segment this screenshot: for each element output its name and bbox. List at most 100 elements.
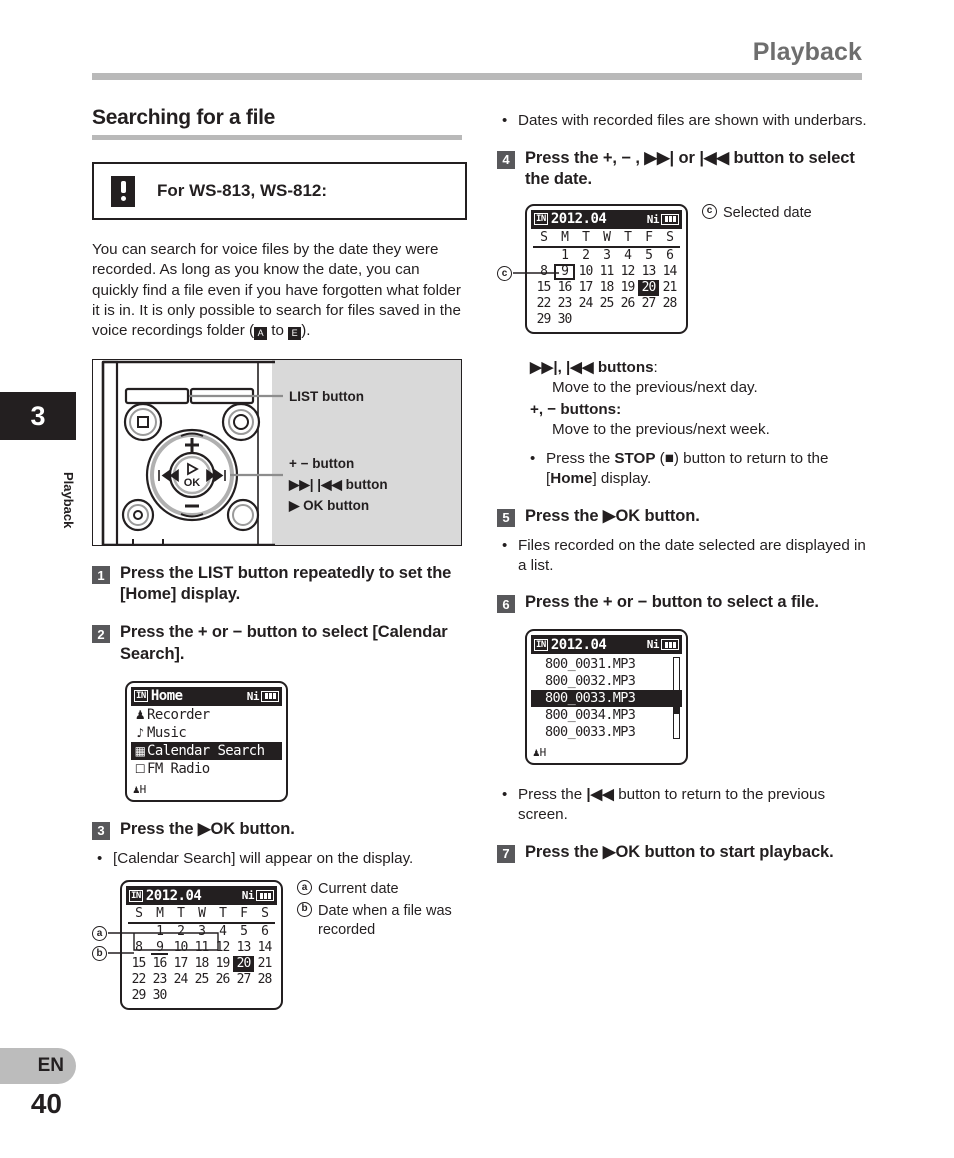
folder-a-icon: A [254,326,268,340]
calendar-cell[interactable]: 16 [149,956,170,972]
radio-icon: ☐ [134,761,146,776]
calendar-cell[interactable]: 23 [149,972,170,988]
calendar-cell-selected-date[interactable]: 9 [554,263,575,280]
step-4-text: Press the +, − , ▶▶| or |◀◀ button to se… [525,148,855,188]
calendar-cell[interactable]: 26 [212,972,233,988]
menu-item-music[interactable]: ♪ Music [131,724,282,742]
calendar-cell[interactable]: 15 [128,956,149,972]
calendar-cell[interactable]: 22 [128,972,149,988]
menu-item-recorder[interactable]: ♟ Recorder [131,706,282,724]
calendar-cell[interactable]: 11 [596,264,617,280]
list-item[interactable]: 800_0033.MP3 [531,724,682,741]
calendar-cell[interactable]: 16 [554,280,575,296]
warning-exclamation-icon [111,175,135,207]
calendar-cell[interactable]: 23 [554,296,575,312]
calendar-cell[interactable]: 2 [575,248,596,264]
calendar-cell[interactable]: 25 [191,972,212,988]
calendar-cell[interactable]: 27 [638,296,659,312]
stop-button-bullet-text: Press the STOP (■) button to return to t… [546,449,872,489]
device-label-ok-button: ▶ OK button [289,498,370,514]
device-label-list-button: LIST button [289,389,364,405]
calendar-cell[interactable]: 4 [617,248,638,264]
calendar-cell[interactable]: 5 [638,248,659,264]
calendar-cell: 0 [233,988,254,1004]
calendar-cell[interactable]: 11 [191,940,212,956]
calendar-cell[interactable]: 19 [212,956,233,972]
calendar-cell[interactable]: 5 [233,924,254,940]
menu-item-calendar-search[interactable]: ▦ Calendar Search [131,741,282,760]
calendar-cell[interactable]: 13 [233,940,254,956]
calendar-cell[interactable]: 17 [575,280,596,296]
manual-page: Playback 3 Playback EN 40 Searching for … [0,0,954,1158]
file-list-footer: ♟ H [531,741,682,759]
calendar-cell[interactable]: 10 [575,264,596,280]
calendar-cell[interactable]: 1 [149,924,170,940]
list-item[interactable]: 800_0034.MP3 [531,707,682,724]
calendar-cell[interactable]: 17 [170,956,191,972]
section-title: Searching for a file [92,106,276,129]
step-3-bullet: • [Calendar Search] will appear on the d… [92,849,467,869]
list-item[interactable]: 800_0031.MP3 [531,656,682,673]
button-help-block: ▶▶|, |◀◀ buttons: Move to the previous/n… [497,358,872,440]
calendar-cell[interactable]: 14 [659,264,680,280]
dow-tue: T [177,906,185,922]
calendar-grid-right: S M T W T F S 0 1 2 3 [531,229,682,328]
step-5-bullet: • Files recorded on the date selected ar… [497,536,872,576]
battery-full-icon [661,639,679,651]
menu-item-fm-radio[interactable]: ☐ FM Radio [131,760,282,778]
callout-a-text: Current date [318,881,399,898]
callout-key-a: a [297,880,312,896]
list-item-selected[interactable]: 800_0033.MP3 [531,690,682,708]
battery-type-label: Ni [646,212,660,226]
calendar-cell[interactable]: 30 [554,312,575,328]
calendar-cell-current-date[interactable]: 20 [233,956,254,973]
calendar-cell[interactable]: 22 [533,296,554,312]
calendar-cell[interactable]: 26 [617,296,638,312]
calendar-cell[interactable]: 24 [575,296,596,312]
calendar-cell[interactable]: 13 [638,264,659,280]
bullet-dot: • [530,450,536,468]
calendar-cell[interactable]: 12 [617,264,638,280]
calendar-cell[interactable]: 12 [212,940,233,956]
calendar-cell[interactable]: 18 [191,956,212,972]
right-top-bullet: • Dates with recorded files are shown wi… [497,111,872,131]
step-2-text: Press the + or − button to select [Calen… [120,623,448,663]
home-screen-statusbar: IN Home Ni [131,686,282,706]
stop-bullet-home: Home [550,469,593,487]
calendar-cell[interactable]: 28 [254,972,275,988]
calendar-cell[interactable]: 2 [170,924,191,940]
calendar-cell[interactable]: 29 [128,988,149,1004]
calendar-cell[interactable]: 25 [596,296,617,312]
calendar-icon: ▦ [134,743,146,758]
calendar-cell[interactable]: 3 [596,248,617,264]
calendar-cell[interactable]: 27 [233,972,254,988]
calendar-month-left: 2012.04 [145,887,202,904]
calendar-cell[interactable]: 3 [191,924,212,940]
calendar-cell[interactable]: 6 [254,924,275,940]
calendar-cell[interactable]: 15 [533,280,554,296]
calendar-cell[interactable]: 8 [533,264,554,280]
calendar-cell-current-date[interactable]: 20 [638,279,659,296]
calendar-week-5-left: 29 30 0 0 0 0 0 [128,988,275,1004]
calendar-cell[interactable]: 21 [254,956,275,972]
calendar-cell[interactable]: 19 [617,280,638,296]
calendar-cell[interactable]: 6 [659,248,680,264]
calendar-cell-underbar[interactable]: 9 [149,940,170,956]
calendar-cell[interactable]: 21 [659,280,680,296]
calendar-cell[interactable]: 4 [212,924,233,940]
step-7: 7 Press the ▶OK button to start playback… [497,842,872,863]
calendar-cell[interactable]: 18 [596,280,617,296]
vertical-scrollbar[interactable] [673,657,680,740]
list-item[interactable]: 800_0032.MP3 [531,673,682,690]
step-6-bullet-text: Press the |◀◀ button to return to the pr… [518,785,872,825]
calendar-cell[interactable]: 14 [254,940,275,956]
calendar-dow-header-left: S M T W T F S [128,906,275,925]
calendar-cell[interactable]: 29 [533,312,554,328]
calendar-cell[interactable]: 8 [128,940,149,956]
calendar-cell[interactable]: 30 [149,988,170,1004]
calendar-cell[interactable]: 10 [170,940,191,956]
calendar-cell[interactable]: 24 [170,972,191,988]
calendar-cell[interactable]: 1 [554,248,575,264]
scrollbar-thumb[interactable] [674,698,679,715]
calendar-cell[interactable]: 28 [659,296,680,312]
